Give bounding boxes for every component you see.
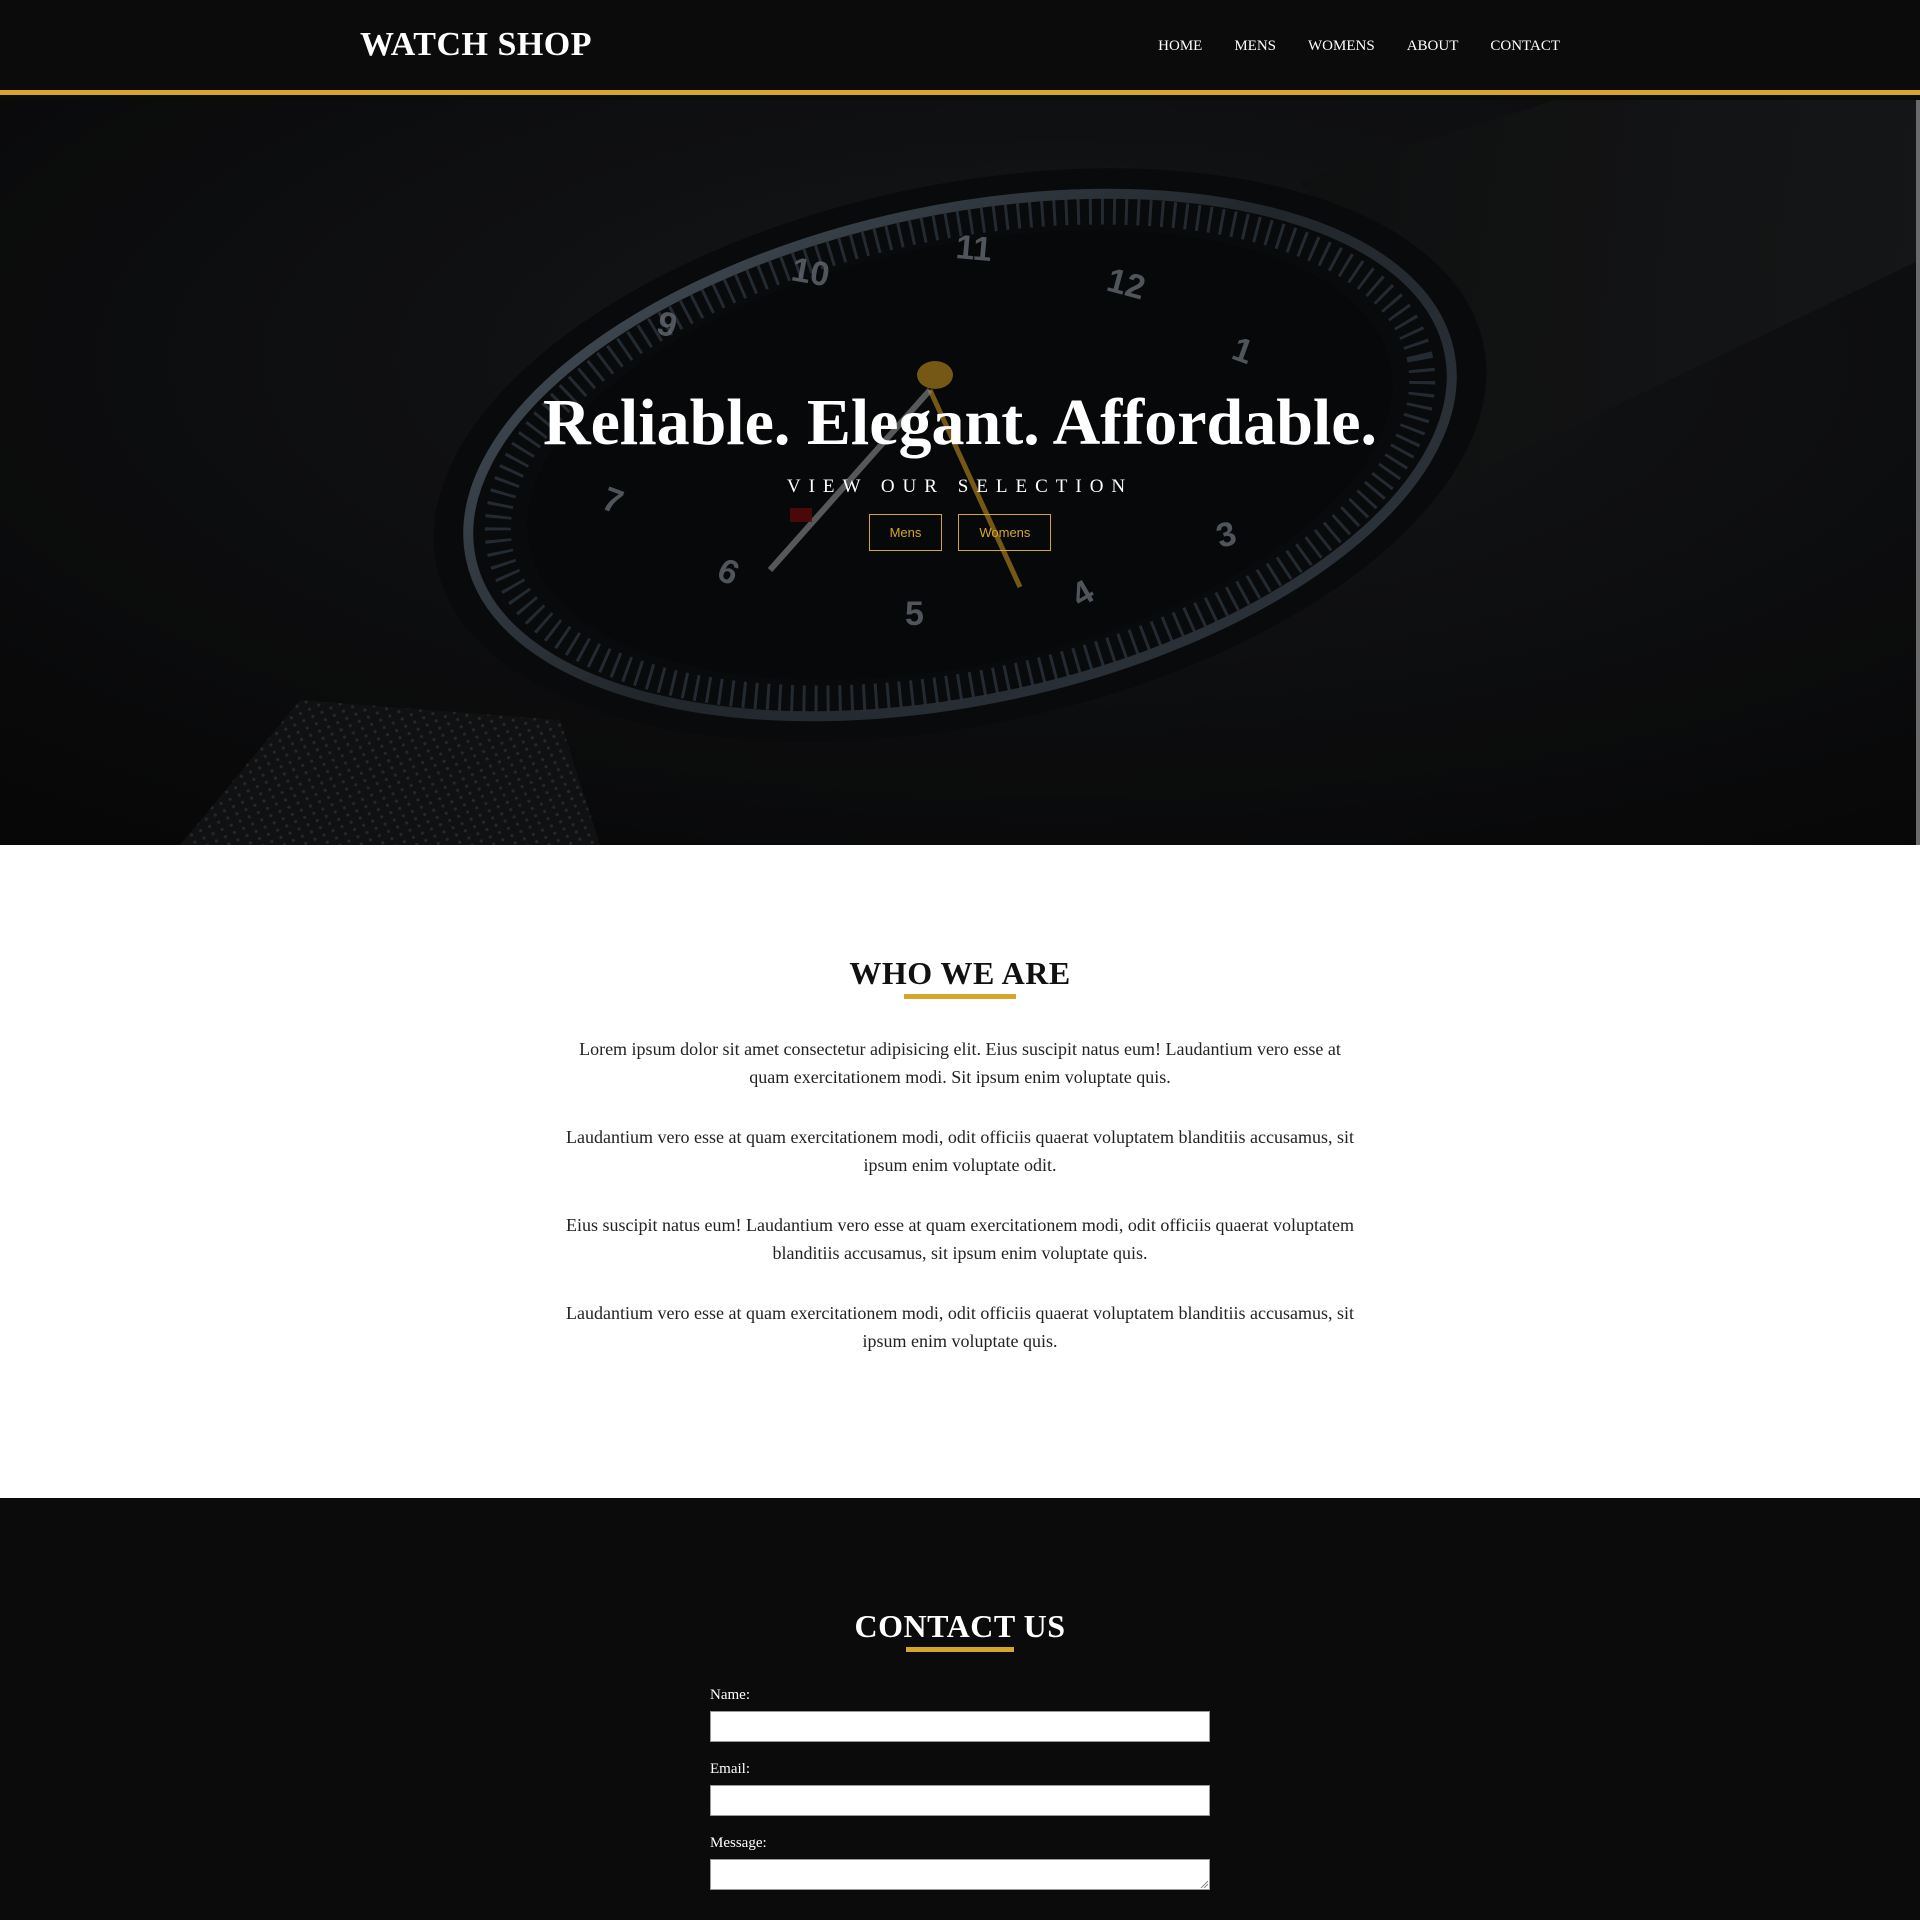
nav-link-womens[interactable]: WOMENS [1308,38,1375,55]
navbar: WATCH SHOP HOME MENS WOMENS ABOUT CONTAC… [0,0,1920,95]
about-heading: WHO WE ARE [849,955,1071,991]
nav-link-home[interactable]: HOME [1158,38,1202,55]
about-paragraph: Laudantium vero esse at quam exercitatio… [566,1303,1354,1351]
nav-link-about[interactable]: ABOUT [1407,38,1459,55]
about-section: WHO WE ARE Lorem ipsum dolor sit amet co… [0,845,1920,1498]
email-label: Email: [710,1761,750,1777]
hero-title: Reliable. Elegant. Affordable. [542,386,1378,459]
name-field[interactable] [710,1711,1210,1742]
about-paragraph: Lorem ipsum dolor sit amet consectetur a… [579,1039,1341,1087]
about-heading-underline [904,994,1016,999]
nav-link-mens[interactable]: MENS [1234,38,1276,55]
email-field[interactable] [710,1785,1210,1816]
contact-heading: CONTACT US [854,1608,1066,1644]
contact-heading-underline [906,1647,1014,1652]
about-paragraph: Laudantium vero esse at quam exercitatio… [566,1127,1354,1175]
contact-form: Name: Email: Message: [710,1685,1210,1890]
resize-grip-icon[interactable] [1200,1880,1208,1888]
nav-link-contact[interactable]: CONTACT [1490,38,1560,55]
hero-overlay [0,100,1920,845]
mens-button[interactable]: Mens [868,514,943,551]
hero-buttons: Mens Womens [0,514,1920,551]
scrollbar[interactable] [1916,100,1920,845]
message-field[interactable] [710,1859,1210,1890]
contact-section: CONTACT US Name: Email: Message: [0,1498,1920,1920]
brand-logo[interactable]: WATCH SHOP [360,26,592,64]
name-label: Name: [710,1687,750,1703]
message-label: Message: [710,1835,767,1851]
about-text: Lorem ipsum dolor sit amet consectetur a… [560,1035,1360,1387]
about-paragraph: Eius suscipit natus eum! Laudantium vero… [566,1215,1354,1263]
womens-button[interactable]: Womens [958,514,1052,551]
hero-section: 1 3 4 5 6 7 9 10 11 12 Reliable. Elegant… [0,100,1920,845]
nav-links: HOME MENS WOMENS ABOUT CONTACT [1158,38,1560,55]
hero-subtitle: VIEW OUR SELECTION [786,476,1134,497]
